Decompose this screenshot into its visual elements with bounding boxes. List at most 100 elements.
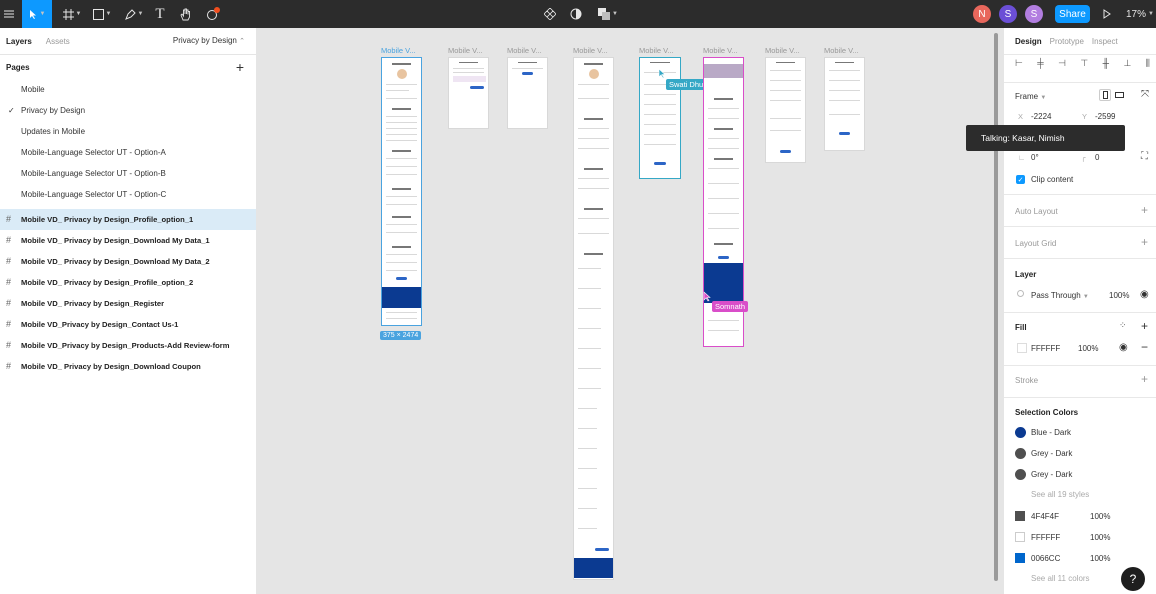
frame-label[interactable]: Mobile V... — [639, 46, 674, 55]
frame-type-dropdown[interactable]: Frame ▼ — [1015, 92, 1046, 101]
align-vertical-center-icon[interactable]: ╫ — [1103, 58, 1109, 69]
color-item[interactable]: FFFFFF 100% — [1015, 530, 1145, 544]
color-item[interactable]: 0066CC 100% — [1015, 551, 1145, 565]
mobile-frame[interactable] — [765, 57, 806, 163]
layer-opacity-input[interactable]: 100% — [1109, 291, 1129, 300]
frame-label[interactable]: Mobile V... — [381, 46, 416, 55]
page-selector[interactable]: Privacy by Design ⌃ — [173, 36, 245, 45]
remove-fill-minus-icon[interactable]: − — [1141, 340, 1148, 354]
add-stroke-plus-icon[interactable]: + — [1141, 372, 1148, 386]
rotation-input[interactable]: 0° — [1031, 153, 1039, 162]
comment-tool-button[interactable] — [202, 0, 224, 28]
design-canvas[interactable]: Mobile V... Mobile V... Mobile V... Mobi… — [257, 28, 1003, 594]
page-item[interactable]: Mobile-Language Selector UT - Option-A — [0, 142, 256, 163]
frame-label[interactable]: Mobile V... — [573, 46, 608, 55]
avatar-n[interactable]: N — [973, 5, 991, 23]
clip-content-checkbox[interactable]: ✓ — [1016, 175, 1025, 184]
color-swatch — [1015, 468, 1026, 480]
present-button[interactable] — [1100, 0, 1114, 28]
page-item[interactable]: Mobile — [0, 79, 256, 100]
distribute-icon[interactable]: ⫼ — [1146, 58, 1150, 69]
add-page-plus-icon[interactable]: + — [236, 59, 244, 75]
section-heading — [583, 168, 604, 170]
y-input[interactable]: -2599 — [1095, 112, 1115, 121]
layer-item[interactable]: # Mobile VD_ Privacy by Design_Download C… — [0, 356, 256, 377]
content-line — [385, 98, 418, 99]
page-label: Mobile — [21, 85, 45, 94]
tab-prototype[interactable]: Prototype — [1050, 37, 1084, 46]
share-button[interactable]: Share — [1055, 5, 1090, 23]
frame-label[interactable]: Mobile V... — [765, 46, 800, 55]
page-item[interactable]: Mobile-Language Selector UT - Option-B — [0, 163, 256, 184]
style-item[interactable]: Blue - Dark — [1015, 425, 1071, 439]
page-item[interactable]: Mobile-Language Selector UT - Option-C — [0, 184, 256, 205]
boolean-ops-button[interactable]: ▼ — [595, 0, 621, 28]
cta-button-shape — [470, 86, 485, 89]
canvas-vertical-scrollbar[interactable] — [994, 33, 998, 581]
add-layout-grid-plus-icon[interactable]: + — [1141, 235, 1148, 249]
align-right-icon[interactable]: ⊣ — [1058, 58, 1066, 69]
portrait-orientation-button[interactable] — [1099, 89, 1111, 101]
color-item[interactable]: 4F4F4F 100% — [1015, 509, 1145, 523]
layer-item[interactable]: # Mobile VD_Privacy by Design_Contact Us-… — [0, 314, 256, 335]
layer-item[interactable]: # Mobile VD_ Privacy by Design_Download M… — [0, 230, 256, 251]
layer-item[interactable]: # Mobile VD_ Privacy by Design_Register — [0, 293, 256, 314]
tab-inspect[interactable]: Inspect — [1092, 37, 1118, 46]
layer-item[interactable]: # Mobile VD_Privacy by Design_Products-Ad… — [0, 335, 256, 356]
corner-radius-input[interactable]: 0 — [1095, 153, 1099, 162]
zoom-dropdown[interactable]: 17% ▼ — [1126, 0, 1154, 28]
landscape-icon[interactable] — [1115, 92, 1124, 98]
style-item[interactable]: Grey - Dark — [1015, 446, 1072, 460]
component-button[interactable] — [540, 0, 560, 28]
frame-tool-button[interactable]: ▼ — [58, 0, 86, 28]
frame-label[interactable]: Mobile V... — [507, 46, 542, 55]
help-button[interactable]: ? — [1121, 567, 1145, 591]
avatar-s[interactable]: S — [1025, 5, 1043, 23]
tab-assets[interactable]: Assets — [46, 37, 70, 46]
align-horizontal-center-icon[interactable]: ╪ — [1037, 58, 1043, 69]
align-left-icon[interactable]: ⊢ — [1015, 58, 1023, 69]
fill-opacity-input[interactable]: 100% — [1078, 344, 1098, 353]
shape-tool-button[interactable]: ▼ — [88, 0, 116, 28]
mobile-frame[interactable] — [448, 57, 489, 129]
add-auto-layout-plus-icon[interactable]: + — [1141, 203, 1148, 217]
add-fill-plus-icon[interactable]: + — [1141, 319, 1148, 333]
independent-corners-icon[interactable]: ⛶ — [1141, 151, 1148, 162]
mobile-frame[interactable] — [507, 57, 548, 129]
layer-item[interactable]: # Mobile VD_ Privacy by Design_Download M… — [0, 251, 256, 272]
eye-icon[interactable]: ◉ — [1119, 342, 1128, 353]
chevron-down-icon: ▼ — [105, 11, 112, 17]
x-input[interactable]: -2224 — [1031, 112, 1051, 121]
move-tool-button[interactable]: ▼ — [22, 0, 52, 28]
frame-label[interactable]: Mobile V... — [703, 46, 738, 55]
resize-to-fit-icon[interactable]: ⤧ — [1141, 89, 1149, 100]
frame-label[interactable]: Mobile V... — [448, 46, 483, 55]
align-bottom-icon[interactable]: ⊥ — [1124, 58, 1132, 69]
eye-icon[interactable]: ◉ — [1140, 289, 1149, 300]
align-top-icon[interactable]: ⊤ — [1080, 58, 1088, 69]
tab-design[interactable]: Design — [1015, 37, 1042, 46]
fill-swatch[interactable] — [1017, 343, 1027, 353]
text-tool-button[interactable]: T — [150, 0, 170, 28]
fill-hex-input[interactable]: FFFFFF — [1031, 344, 1060, 353]
tab-layers[interactable]: Layers — [6, 37, 32, 46]
layer-item-selected[interactable]: # Mobile VD_ Privacy by Design_Profile_op… — [0, 209, 256, 230]
mobile-frame[interactable] — [573, 57, 614, 580]
style-grid-icon[interactable]: ⁘ — [1119, 320, 1127, 331]
divider — [1004, 258, 1156, 259]
mask-button[interactable] — [567, 0, 585, 28]
avatar-s[interactable]: S — [999, 5, 1017, 23]
hand-tool-button[interactable] — [175, 0, 197, 28]
hamburger-menu-icon[interactable] — [0, 0, 18, 28]
see-all-styles-link[interactable]: See all 19 styles — [1031, 490, 1089, 499]
mobile-frame-selected[interactable] — [381, 57, 422, 326]
pen-tool-button[interactable]: ▼ — [120, 0, 148, 28]
layer-item[interactable]: # Mobile VD_ Privacy by Design_Profile_op… — [0, 272, 256, 293]
frame-label[interactable]: Mobile V... — [824, 46, 859, 55]
page-item-active[interactable]: ✓ Privacy by Design — [0, 100, 256, 121]
see-all-colors-link[interactable]: See all 11 colors — [1031, 574, 1090, 583]
page-item[interactable]: Updates in Mobile — [0, 121, 256, 142]
blend-mode-dropdown[interactable]: Pass Through ▼ — [1031, 291, 1089, 300]
mobile-frame[interactable] — [824, 57, 865, 151]
style-item[interactable]: Grey - Dark — [1015, 467, 1072, 481]
